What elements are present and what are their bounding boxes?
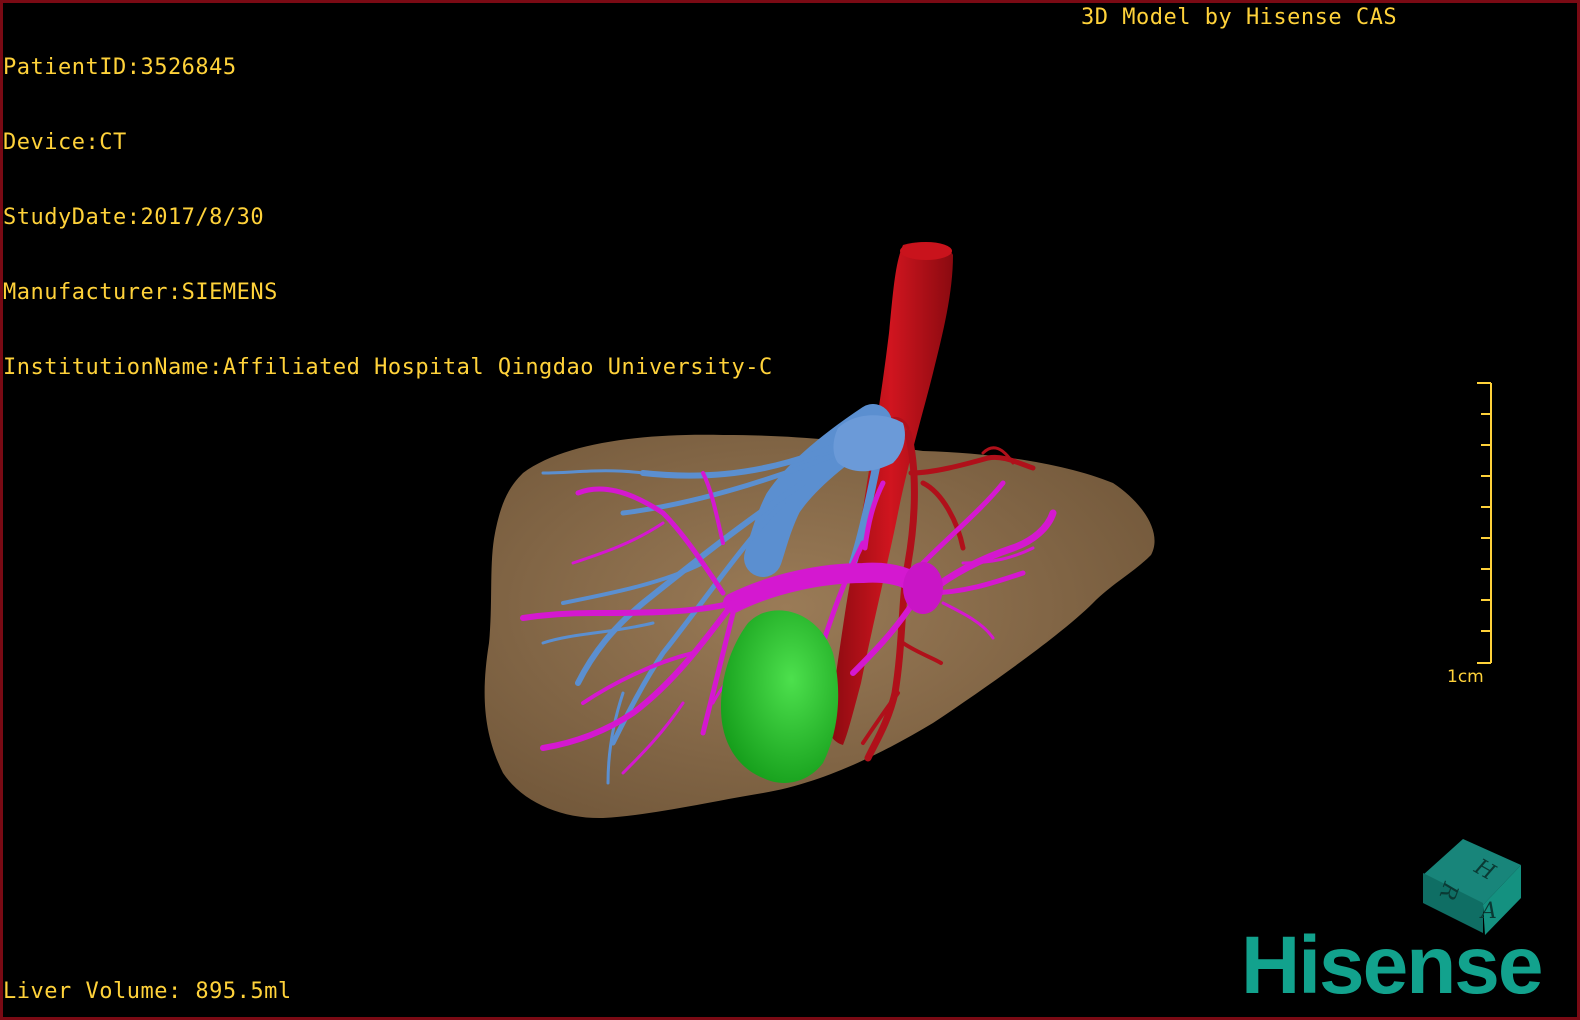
3d-render-viewport[interactable]: H R A PatientID:3526845 Device:CT StudyD… — [0, 0, 1580, 1020]
manufacturer: Manufacturer:SIEMENS — [3, 280, 278, 305]
portal-confluence — [903, 562, 943, 614]
scale-bar-label: 1cm — [1447, 667, 1484, 687]
institution-name: InstitutionName:Affiliated Hospital Qing… — [3, 355, 773, 380]
aorta-top — [900, 242, 952, 260]
model-credit: 3D Model by Hisense CAS — [1081, 5, 1398, 30]
study-date: StudyDate:2017/8/30 — [3, 205, 265, 230]
scale-bar — [1477, 382, 1492, 664]
study-info: PatientID:3526845 Device:CT StudyDate:20… — [3, 5, 773, 430]
hisense-logo: Hisense — [1241, 920, 1544, 1011]
device: Device:CT — [3, 130, 127, 155]
patient-id: PatientID:3526845 — [3, 55, 237, 80]
liver-volume: Liver Volume: 895.5ml — [3, 979, 292, 1004]
